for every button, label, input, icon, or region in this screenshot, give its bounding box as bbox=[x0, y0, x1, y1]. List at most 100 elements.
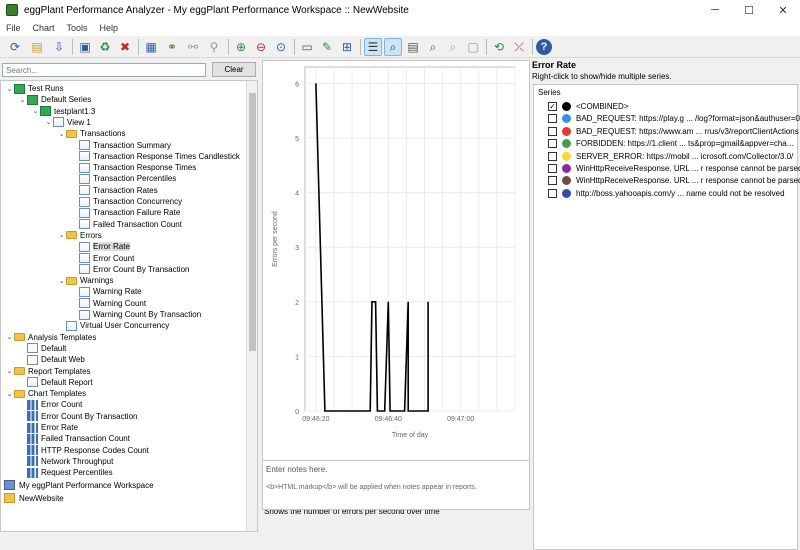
expand-toggle-icon[interactable]: ⌄ bbox=[5, 333, 14, 341]
series-item[interactable]: ✓ <COMBINED> bbox=[548, 101, 628, 112]
project-item[interactable]: NewWebsite bbox=[4, 492, 64, 504]
notes-area[interactable]: Enter notes here. <b>HTML markup</b> wil… bbox=[262, 460, 530, 510]
menu-help[interactable]: Help bbox=[94, 23, 125, 33]
series-item[interactable]: FORBIDDEN: https://1.client ... ts&prop=… bbox=[548, 138, 793, 149]
series-item[interactable]: BAD_REQUEST: https://www.am ... rrus/v3/… bbox=[548, 126, 799, 137]
edit-chart-icon[interactable]: ✎ bbox=[318, 38, 336, 56]
tree-item[interactable]: ⌄ Warnings bbox=[57, 275, 114, 286]
tree-item[interactable]: Transaction Response Times Candlestick bbox=[70, 151, 240, 162]
series-item[interactable]: WinHttpReceiveResponse. URL ... r respon… bbox=[548, 175, 800, 186]
tree-item[interactable]: Virtual User Concurrency bbox=[57, 320, 169, 331]
add-run-icon[interactable]: ▣ bbox=[76, 38, 94, 56]
expand-toggle-icon[interactable]: ⌄ bbox=[5, 367, 14, 375]
tree-item[interactable]: Default Web bbox=[18, 354, 85, 365]
tree-item[interactable]: ⌄ Errors bbox=[57, 230, 102, 241]
expand-toggle-icon[interactable]: ⌄ bbox=[5, 390, 14, 398]
tree-item[interactable]: Default Report bbox=[18, 377, 93, 388]
tree-item[interactable]: ⌄ View 1 bbox=[44, 117, 91, 128]
search-input[interactable] bbox=[2, 63, 206, 77]
expand-toggle-icon[interactable]: ⌄ bbox=[5, 85, 14, 93]
expand-toggle-icon[interactable]: ⌄ bbox=[57, 130, 66, 138]
search-chart-icon[interactable]: ⌕ bbox=[384, 38, 402, 56]
expand-toggle-icon[interactable]: ⌄ bbox=[31, 107, 40, 115]
tree-item[interactable]: Warning Count bbox=[70, 298, 146, 309]
tree-item[interactable]: HTTP Response Codes Count bbox=[18, 445, 149, 456]
expand-toggle-icon[interactable]: ⌄ bbox=[44, 118, 53, 126]
tree-item[interactable]: Warning Rate bbox=[70, 286, 142, 297]
tree-item[interactable]: Failed Transaction Count bbox=[70, 219, 182, 230]
tree-item[interactable]: ⌄ Chart Templates bbox=[5, 388, 87, 399]
workspace-item[interactable]: My eggPlant Performance Workspace bbox=[4, 479, 154, 491]
expand-toggle-icon[interactable]: ⌄ bbox=[57, 277, 66, 285]
tree-item[interactable]: Network Throughput bbox=[18, 456, 113, 467]
tree-item[interactable]: Error Count bbox=[70, 253, 134, 264]
expand-toggle-icon[interactable]: ⌄ bbox=[57, 231, 66, 239]
import-icon[interactable]: ⇩ bbox=[50, 38, 68, 56]
tree-item[interactable]: Transaction Concurrency bbox=[70, 196, 182, 207]
tree-item[interactable]: ⌄ Analysis Templates bbox=[5, 332, 97, 343]
sync-icon[interactable]: ♻ bbox=[96, 38, 114, 56]
table-view-icon[interactable]: ▤ bbox=[404, 38, 422, 56]
tree-item[interactable]: Failed Transaction Count bbox=[18, 433, 130, 444]
tree-item[interactable]: ⌄ Default Series bbox=[18, 94, 91, 105]
report-icon[interactable]: ▢ bbox=[464, 38, 482, 56]
zoom-in-icon[interactable]: ⊕ bbox=[232, 38, 250, 56]
tree-item[interactable]: ⌄ Transactions bbox=[57, 128, 126, 139]
tree-item[interactable]: Request Percentiles bbox=[18, 467, 113, 478]
series-checkbox[interactable] bbox=[548, 164, 557, 173]
chart-area[interactable]: 0 1 2 3 4 5 6 09:46:20 09:46:40 09:47:00 Errors pe… bbox=[262, 60, 530, 504]
tree-item[interactable]: Error Count By Transaction bbox=[18, 411, 137, 422]
minimize-icon[interactable]: ─ bbox=[698, 0, 732, 20]
help-icon[interactable]: ? bbox=[536, 39, 552, 55]
series-checkbox[interactable] bbox=[548, 139, 557, 149]
tree-item[interactable]: Transaction Rates bbox=[70, 185, 158, 196]
tree-item[interactable]: Error Rate bbox=[18, 422, 78, 433]
error-rate-chart[interactable]: 0 1 2 3 4 5 6 09:46:20 09:46:40 09:47:00 Errors pe… bbox=[263, 61, 529, 503]
tree-item[interactable]: Transaction Percentiles bbox=[70, 173, 176, 184]
series-checkbox[interactable] bbox=[548, 126, 557, 136]
add-chart-icon[interactable]: ▦ bbox=[142, 38, 160, 56]
disconnect-icon[interactable]: ⚲ bbox=[205, 38, 223, 56]
series-item[interactable]: http://boss.yahooapis.com/y ... name cou… bbox=[548, 188, 785, 199]
tree-item[interactable]: Error Count By Transaction bbox=[70, 264, 189, 275]
grid-icon[interactable]: ⊞ bbox=[338, 38, 356, 56]
tree-scrollbar[interactable] bbox=[246, 81, 257, 531]
tree-item[interactable]: Transaction Failure Rate bbox=[70, 207, 180, 218]
close-icon[interactable]: ✕ bbox=[766, 0, 800, 20]
tree-item[interactable]: ⌄ Test Runs bbox=[5, 83, 64, 94]
series-item[interactable]: BAD_REQUEST: https://play.g ... /log?for… bbox=[548, 113, 800, 124]
expand-toggle-icon[interactable]: ⌄ bbox=[18, 96, 27, 104]
delete-icon[interactable]: ✖ bbox=[116, 38, 134, 56]
series-checkbox[interactable] bbox=[548, 114, 557, 124]
series-checkbox[interactable] bbox=[548, 188, 557, 198]
link-icon[interactable]: ⚭ bbox=[163, 38, 181, 56]
regenerate-icon[interactable]: ⟲ bbox=[490, 38, 508, 56]
tree-item[interactable]: Error Rate bbox=[70, 241, 130, 252]
copy-chart-icon[interactable]: ▭ bbox=[298, 38, 316, 56]
tree-item[interactable]: Transaction Response Times bbox=[70, 162, 196, 173]
clear-button[interactable]: Clear bbox=[212, 62, 256, 77]
tree-item[interactable]: Transaction Summary bbox=[70, 140, 171, 151]
tree-item[interactable]: ⌄ Report Templates bbox=[5, 366, 91, 377]
series-item[interactable]: WinHttpReceiveResponse. URL ... r respon… bbox=[548, 163, 800, 174]
list-view-icon[interactable]: ☰ bbox=[364, 38, 382, 56]
open-icon[interactable]: ▤ bbox=[28, 38, 46, 56]
scrollbar-thumb[interactable] bbox=[249, 93, 256, 351]
tree-item[interactable]: Warning Count By Transaction bbox=[70, 309, 201, 320]
remove-chart-icon[interactable]: ⤫ bbox=[510, 38, 528, 56]
series-checkbox[interactable]: ✓ bbox=[548, 102, 557, 111]
refresh-icon[interactable]: ⟳ bbox=[6, 38, 24, 56]
tree-item[interactable]: ⌄ testplant1.3 bbox=[31, 106, 95, 117]
series-item[interactable]: SERVER_ERROR: https://mobil ... icrosoft… bbox=[548, 151, 793, 162]
tree-item[interactable]: Default bbox=[18, 343, 66, 354]
tree-item[interactable]: Error Count bbox=[18, 399, 82, 410]
menu-file[interactable]: File bbox=[0, 23, 27, 33]
zoom-reset-icon[interactable]: ⊙ bbox=[272, 38, 290, 56]
find-icon[interactable]: ⌕ bbox=[424, 38, 442, 56]
menu-chart[interactable]: Chart bbox=[27, 23, 61, 33]
series-checkbox[interactable] bbox=[548, 176, 557, 186]
series-checkbox[interactable] bbox=[548, 151, 557, 161]
maximize-icon[interactable]: ☐ bbox=[732, 0, 766, 20]
zoom-out-icon[interactable]: ⊖ bbox=[252, 38, 270, 56]
unlink-icon[interactable]: ⚯ bbox=[184, 38, 202, 56]
